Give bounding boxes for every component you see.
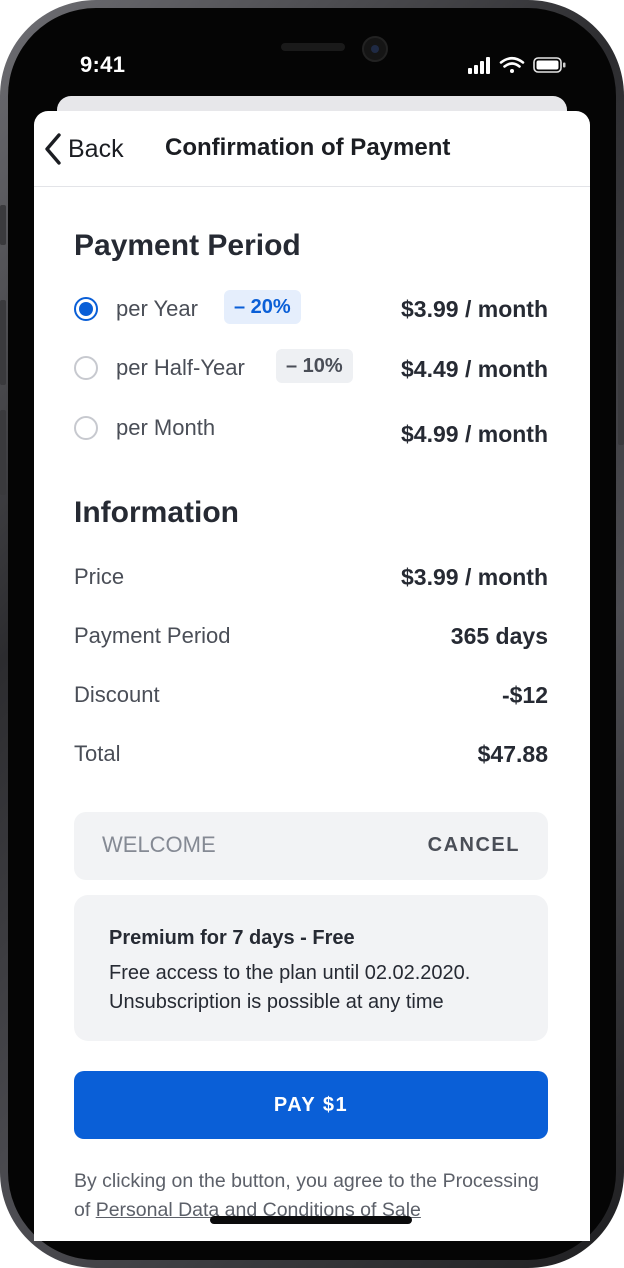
- promo-cancel-button[interactable]: CANCEL: [428, 834, 520, 857]
- period-label-month: per Month: [116, 415, 216, 440]
- radio-half-year[interactable]: [74, 356, 98, 380]
- radio-year[interactable]: [74, 297, 98, 321]
- trial-info-card: Premium for 7 days - Free Free access to…: [74, 895, 548, 1041]
- period-option-half-year[interactable]: per Half-Year – 10% $4.49 / month: [74, 348, 548, 392]
- period-option-year[interactable]: per Year – 20% $3.99 / month: [74, 289, 548, 333]
- status-glyphs: [468, 56, 566, 74]
- period-price-month: $4.99 / month: [401, 421, 548, 447]
- period-label-year: per Year: [116, 296, 198, 321]
- back-button[interactable]: Back: [44, 131, 124, 167]
- info-value-price: $3.99 / month: [401, 564, 548, 590]
- information-title: Information: [74, 496, 239, 529]
- chevron-left-icon: [45, 133, 61, 165]
- mute-switch: [0, 205, 6, 245]
- info-value-discount: -$12: [501, 682, 548, 708]
- info-value-period: 365 days: [450, 623, 548, 649]
- discount-badge-year: – 20%: [224, 290, 301, 324]
- page-title: Confirmation of Payment: [165, 134, 451, 161]
- trial-description: Free access to the plan until 02.02.2020…: [109, 959, 470, 1017]
- back-label: Back: [68, 134, 124, 163]
- power-button: [618, 320, 624, 445]
- info-value-total: $47.88: [477, 741, 548, 767]
- trial-line-1: Free access to the plan until 02.02.2020…: [109, 962, 471, 984]
- speaker-grille: [281, 43, 345, 51]
- home-indicator[interactable]: [210, 1216, 412, 1224]
- promo-code-field: CANCEL: [74, 812, 548, 880]
- info-row-total: Total $47.88: [74, 741, 548, 777]
- volume-up-button: [0, 300, 6, 385]
- info-label-discount: Discount: [74, 682, 160, 707]
- info-label-period: Payment Period: [74, 623, 231, 648]
- status-time: 9:41: [80, 52, 126, 77]
- promo-code-input[interactable]: [102, 832, 382, 858]
- period-price-half-year: $4.49 / month: [401, 356, 548, 382]
- trial-line-2: Unsubscription is possible at any time: [109, 991, 444, 1013]
- signal-icon: [468, 57, 490, 74]
- navbar: Back Confirmation of Payment: [34, 111, 590, 187]
- wifi-icon: [499, 56, 525, 73]
- discount-badge-half-year: – 10%: [276, 349, 353, 383]
- status-icons: [468, 56, 568, 74]
- info-label-price: Price: [74, 564, 125, 589]
- volume-down-button: [0, 410, 6, 495]
- battery-icon: [533, 57, 566, 73]
- radio-month[interactable]: [74, 416, 98, 440]
- period-option-month[interactable]: per Month $4.99 / month: [74, 408, 548, 452]
- info-row-period: Payment Period 365 days: [74, 623, 548, 659]
- period-price-year: $3.99 / month: [401, 296, 548, 322]
- info-row-discount: Discount -$12: [74, 682, 548, 718]
- payment-period-title: Payment Period: [74, 229, 301, 262]
- front-camera: [362, 36, 388, 62]
- info-row-price: Price $3.99 / month: [74, 564, 548, 600]
- period-label-half-year: per Half-Year: [116, 355, 245, 380]
- payment-sheet: Back Confirmation of Payment Payment Per…: [34, 111, 590, 1241]
- info-label-total: Total: [74, 741, 121, 766]
- trial-title: Premium for 7 days - Free: [109, 927, 355, 949]
- pay-button[interactable]: PAY $1: [74, 1071, 548, 1139]
